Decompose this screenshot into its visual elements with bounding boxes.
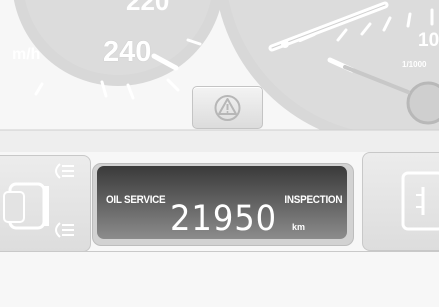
- tach-unit-label: 1/1000: [402, 60, 427, 69]
- hazard-triangle-icon: [214, 95, 241, 121]
- tachometer-hub: [406, 81, 439, 125]
- oil-service-label: OIL SERVICE: [106, 194, 166, 206]
- speed-label-240: 240: [103, 36, 152, 68]
- indicator-control[interactable]: [362, 152, 439, 251]
- tach-label-top: 10: [418, 30, 439, 51]
- speed-label-top: 220: [126, 0, 170, 16]
- divider: [0, 251, 439, 252]
- headlight-control[interactable]: [0, 155, 91, 252]
- headlight-icon: [3, 163, 74, 238]
- instrument-cluster: 220 240 m/h 10 1/1000 OIL SERVICE INSPEC…: [0, 0, 439, 307]
- odometer-unit: km: [292, 222, 306, 232]
- info-display: OIL SERVICE INSPECTION 21950 km: [97, 166, 347, 239]
- inspection-label: INSPECTION: [284, 194, 342, 206]
- odometer-value: 21950: [170, 199, 278, 239]
- speed-unit-label: m/h: [12, 46, 41, 63]
- hazard-button[interactable]: [192, 86, 263, 129]
- indicator-icon: [401, 171, 439, 231]
